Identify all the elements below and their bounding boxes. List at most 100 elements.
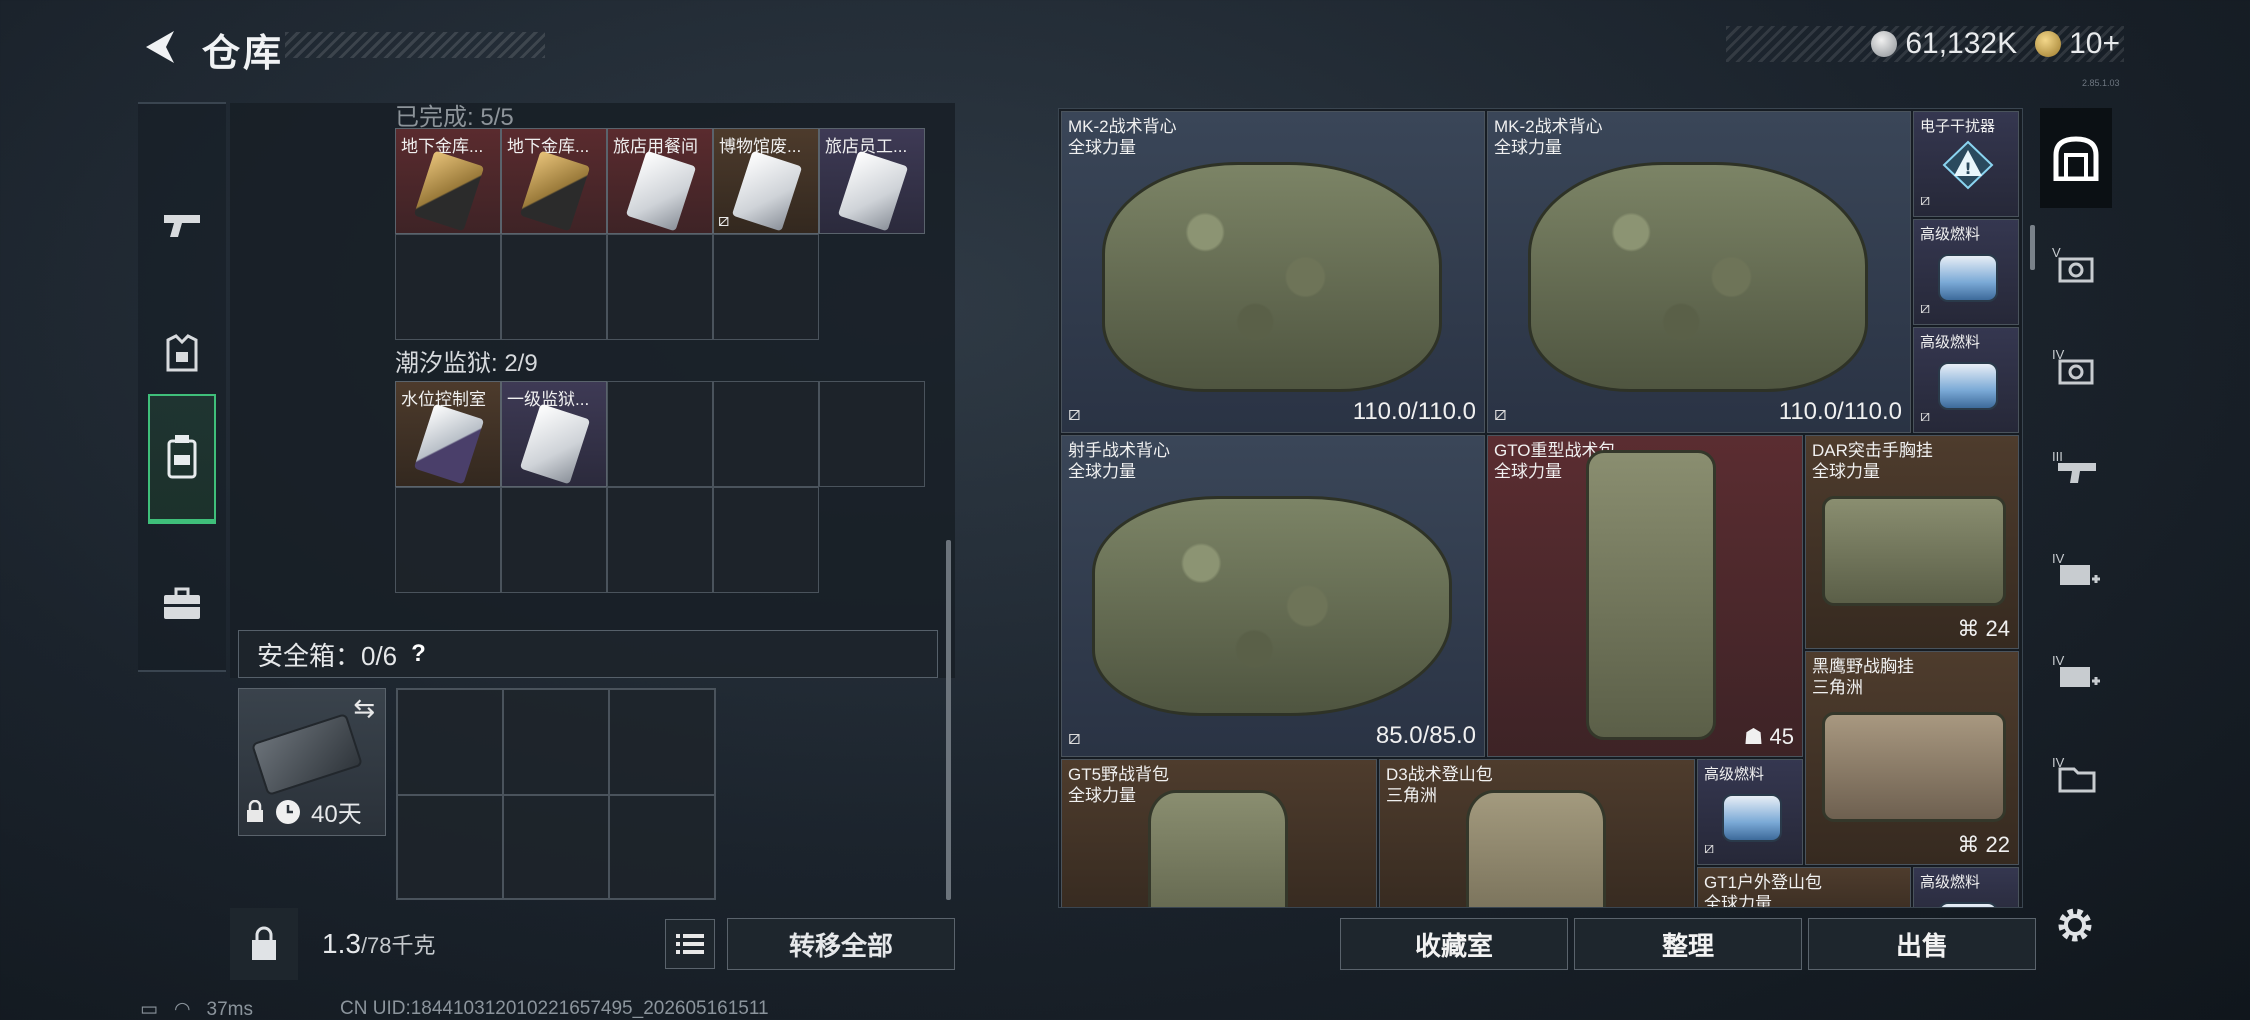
inventory-item[interactable]: 高级燃料 [1913, 867, 2019, 907]
backpack-icon [1586, 450, 1716, 740]
inventory-panel: MK-2战术背心 全球力量 ⧄ 110.0/110.0 MK-2战术背心 全球力量 … [1058, 108, 2023, 908]
item-name: 高级燃料 [1704, 766, 1765, 783]
status-bar: ▭ ◠ 37ms [140, 998, 253, 1020]
empty-slot[interactable] [395, 487, 501, 593]
list-view-button[interactable] [665, 919, 715, 969]
safe-box-bar: 安全箱：0/6 ? [238, 630, 938, 678]
inventory-item[interactable]: 黑鹰野战胸挂 三角洲 ⌘ 22 [1805, 651, 2019, 865]
empty-slot[interactable] [395, 234, 501, 340]
nav-case[interactable] [138, 544, 226, 664]
currency-bar: 61,132K 10+ [1726, 26, 2124, 62]
capacity-value: 22 [1985, 832, 2010, 857]
safe-time-text: 40天 [311, 801, 362, 828]
empty-slot[interactable] [501, 487, 607, 593]
item-faction: 三角洲 [1386, 786, 1437, 805]
rn-tier[interactable]: IV [2040, 322, 2112, 412]
inventory-item[interactable]: MK-2战术背心 全球力量 ⧄ 110.0/110.0 [1061, 111, 1485, 433]
stash-scrollbar[interactable] [946, 540, 951, 900]
nav-weapons[interactable] [138, 164, 226, 284]
inventory-item[interactable]: 高级燃料 ⧄ [1913, 327, 2019, 433]
rn-tier-icon: V [2052, 245, 2100, 285]
fuel-can-icon [1722, 794, 1782, 842]
stash-item[interactable]: 地下金库... [501, 128, 607, 234]
inventory-item[interactable]: D3战术登山包 三角洲 [1379, 759, 1695, 907]
right-category-nav: V IV III IV IV IV [2040, 108, 2112, 908]
nav-backpack[interactable] [148, 394, 216, 524]
no-insure-icon: ⧄ [1494, 403, 1507, 425]
empty-slot[interactable] [819, 381, 925, 487]
rn-tier[interactable]: IV [2040, 628, 2112, 718]
transfer-all-button[interactable]: 转移全部 [727, 918, 955, 970]
inventory-item[interactable]: GT1户外登山包 全球力量 [1697, 867, 1911, 907]
stash-item[interactable]: 一级监狱... [501, 381, 607, 487]
safe-box-item[interactable]: ⇆ 40天 [238, 688, 386, 836]
settings-button[interactable] [2050, 900, 2100, 950]
inventory-item[interactable]: 射手战术背心 全球力量 ⧄ 85.0/85.0 [1061, 435, 1485, 757]
capacity-value: 45 [1769, 724, 1794, 749]
stash-item[interactable]: 旅店用餐间 [607, 128, 713, 234]
item-name: MK-2战术背心 [1068, 117, 1177, 136]
empty-slot[interactable] [713, 234, 819, 340]
empty-slot[interactable] [397, 795, 503, 899]
empty-slot[interactable] [501, 234, 607, 340]
empty-slot[interactable] [609, 689, 715, 795]
empty-slot[interactable] [607, 487, 713, 593]
rn-tier-icon: III [2052, 449, 2100, 489]
item-capacity: ⌘ 24 [1957, 616, 2010, 642]
inventory-item[interactable]: DAR突击手胸挂 全球力量 ⌘ 24 [1805, 435, 2019, 649]
stash-item[interactable]: 水位控制室 [395, 381, 501, 487]
empty-slot[interactable] [713, 487, 819, 593]
fuel-can-icon [1938, 902, 1998, 907]
inventory-item[interactable]: GTO重型战术包 全球力量 ☗ 45 [1487, 435, 1803, 757]
back-arrow-icon [146, 31, 174, 63]
stash-item[interactable]: 地下金库... [395, 128, 501, 234]
inventory-item[interactable]: 高级燃料 ⧄ [1913, 219, 2019, 325]
rn-tier[interactable]: IV [2040, 730, 2112, 820]
page-title: 仓库 [202, 33, 285, 75]
lock-icon [247, 799, 263, 822]
gold-currency[interactable]: 10+ [2035, 27, 2120, 61]
help-icon[interactable]: ? [411, 640, 426, 668]
collection-room-button[interactable]: 收藏室 [1340, 918, 1568, 970]
item-name: GT1户外登山包 [1704, 873, 1823, 892]
item-name: MK-2战术背心 [1494, 117, 1603, 136]
rn-tier[interactable]: IV [2040, 526, 2112, 616]
keycard-icon [731, 150, 803, 232]
empty-slot[interactable] [503, 689, 609, 795]
rn-tier[interactable]: V [2040, 220, 2112, 310]
item-name: 射手战术背心 [1068, 441, 1170, 460]
stash-item[interactable]: 博物馆废... ⧄ [713, 128, 819, 234]
inventory-item[interactable]: MK-2战术背心 全球力量 ⧄ 110.0/110.0 [1487, 111, 1911, 433]
rn-tier-icon: IV [2052, 653, 2100, 693]
item-name: 黑鹰野战胸挂 [1812, 657, 1914, 676]
item-name: 高级燃料 [1920, 226, 1981, 243]
empty-slot[interactable] [503, 795, 609, 899]
inventory-item[interactable]: 高级燃料 ⧄ [1697, 759, 1803, 865]
lock-button[interactable] [230, 908, 298, 980]
organize-button[interactable]: 整理 [1574, 918, 1802, 970]
item-name: DAR突击手胸挂 [1812, 441, 1933, 460]
vest-icon [1102, 162, 1442, 392]
empty-slot[interactable] [607, 381, 713, 487]
version-label: 2.85.1.03 [2082, 78, 2120, 88]
back-button[interactable] [135, 24, 185, 70]
empty-slot[interactable] [713, 381, 819, 487]
stash-item[interactable]: 旅店员工... [819, 128, 925, 234]
silver-currency[interactable]: 61,132K [1871, 27, 2017, 61]
rn-all[interactable] [2040, 108, 2112, 208]
inventory-item[interactable]: 电子干扰器 ! ⧄ [1913, 111, 2019, 217]
empty-slot[interactable] [607, 234, 713, 340]
rn-tier[interactable]: III [2040, 424, 2112, 514]
empty-slot[interactable] [609, 795, 715, 899]
inventory-scrollbar[interactable] [2030, 225, 2035, 270]
inventory-item[interactable]: GT5野战背包 全球力量 [1061, 759, 1377, 907]
folder-icon [2058, 767, 2096, 793]
rn-tier-icon: IV [2052, 347, 2100, 387]
capacity-icon: ⌘ [1957, 616, 1980, 641]
empty-slot[interactable] [397, 689, 503, 795]
swap-icon[interactable]: ⇆ [353, 693, 375, 724]
medkit-icon [2060, 667, 2100, 687]
sell-button[interactable]: 出售 [1808, 918, 2036, 970]
item-name: 高级燃料 [1920, 874, 1981, 891]
weight-display: 1.3/78千克 [322, 928, 665, 960]
